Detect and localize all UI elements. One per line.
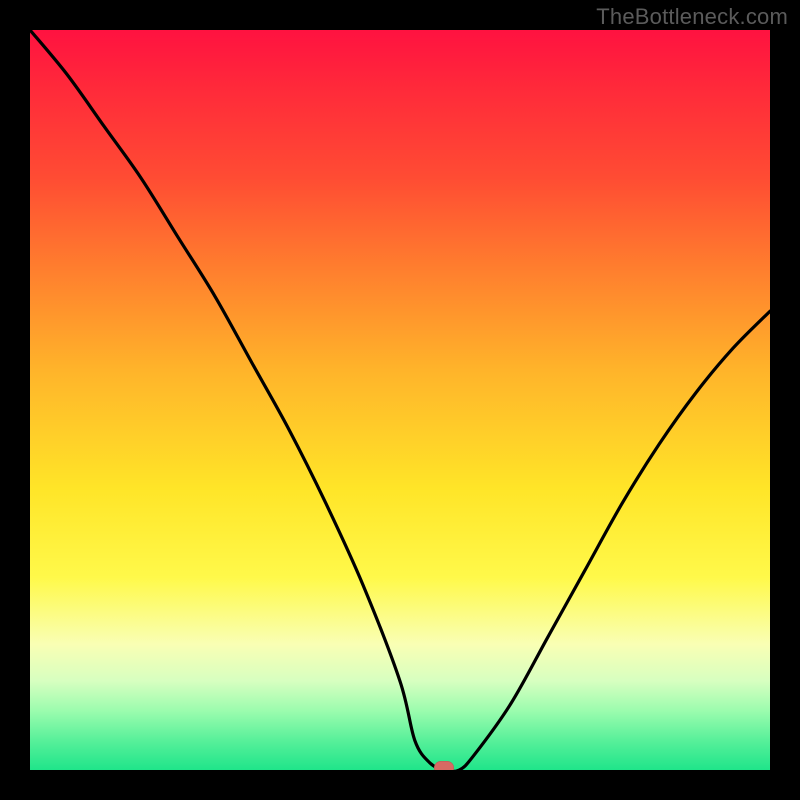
chart-frame: TheBottleneck.com — [0, 0, 800, 800]
bottleneck-curve — [30, 30, 770, 770]
bottleneck-marker — [434, 761, 454, 770]
plot-area — [30, 30, 770, 770]
watermark-text: TheBottleneck.com — [596, 4, 788, 30]
